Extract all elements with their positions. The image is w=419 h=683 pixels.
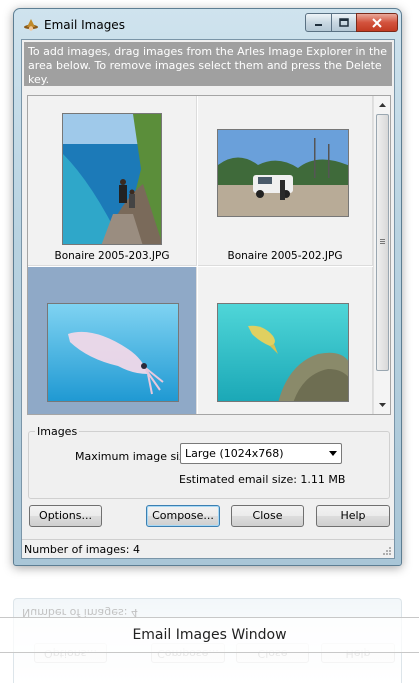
maximize-icon [339,18,349,27]
status-bar: Number of images: 4 [22,539,394,558]
minimize-button[interactable] [305,13,332,32]
triangle-up-icon [379,102,386,107]
title-bar[interactable]: Email Images [14,9,401,39]
triangle-down-icon [379,402,386,407]
options-button[interactable]: Options... [29,505,102,527]
thumbnail-image [217,303,349,402]
images-groupbox: Images Maximum image size: Large (1024x7… [28,425,390,499]
close-window-button[interactable] [356,13,398,32]
thumbnail-image [62,113,162,245]
figure-caption: Email Images Window [0,617,419,653]
compose-button[interactable]: Compose... [146,505,220,527]
gallery-item[interactable]: Bonaire 2005-202.JPG [198,96,373,266]
wizard-hat-icon [24,19,38,31]
thumbnail-caption: Bonaire 2005-203.JPG [54,250,170,262]
email-images-window: Email Images To add images, drag images … [13,8,402,566]
close-button[interactable]: Close [231,505,304,527]
image-gallery[interactable]: Bonaire 2005-203.JPG Bonaire 2005-202.JP… [27,95,391,415]
scroll-up-button[interactable] [374,96,390,113]
window-title: Email Images [44,18,125,32]
thumbnail-image [217,129,349,217]
scroll-down-button[interactable] [374,396,390,413]
gallery-scrollbar[interactable] [373,96,390,414]
close-icon [372,17,382,28]
dropdown-arrow-icon [329,451,337,456]
gallery-item[interactable]: Bonaire 2005-203.JPG [28,96,197,266]
estimated-email-size: Estimated email size: 1.11 MB [179,473,346,486]
select-value: Large (1024x768) [185,447,284,460]
image-count-status: Number of images: 4 [24,543,140,556]
minimize-icon [314,23,322,26]
max-image-size-select[interactable]: Large (1024x768) [180,443,342,464]
thumbnail-caption: Bonaire 2005-202.JPG [227,250,343,262]
scroll-thumb[interactable] [376,114,389,371]
dialog-body: To add images, drag images from the Arle… [21,39,395,559]
gallery-item-selected[interactable] [28,267,197,414]
instructions-banner: To add images, drag images from the Arle… [24,42,392,86]
help-button[interactable]: Help [316,505,390,527]
gallery-item[interactable] [198,267,373,414]
resize-grip-icon[interactable] [382,546,392,556]
maximize-button[interactable] [331,13,357,32]
max-image-size-label: Maximum image size: [75,450,196,463]
group-label: Images [35,425,80,438]
thumbnail-image [47,303,179,402]
